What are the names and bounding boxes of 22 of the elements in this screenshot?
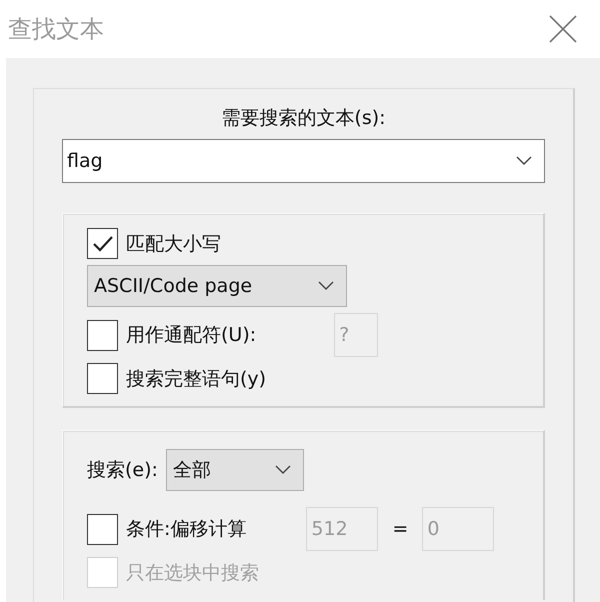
checkbox[interactable] [87,363,118,394]
equals-sign: = [392,518,408,540]
search-combobox[interactable]: flag [62,139,545,183]
checkbox-label: 只在选块中搜索 [126,560,259,586]
close-icon[interactable] [548,14,578,44]
checkbox-label: 匹配大小写 [126,232,221,256]
search-value: flag [67,150,103,172]
checkbox[interactable] [87,228,118,259]
checkbox-label: 搜索完整语句(y) [126,366,266,392]
window-title: 查找文本 [8,14,104,45]
chevron-down-icon [274,465,291,475]
checkbox-label: 条件:偏移计算 [126,517,246,542]
search-text-label: 需要搜索的文本(s): [220,106,387,131]
checkmark-icon [92,234,114,252]
checkbox-label: 用作通配符(U): [126,323,256,348]
scope-dropdown[interactable]: 全部 [166,449,304,491]
checkbox[interactable] [87,514,118,544]
encoding-dropdown[interactable]: ASCII/Code page [87,265,347,307]
checkbox[interactable] [87,320,118,350]
chevron-down-icon [516,156,532,166]
scope-label: 搜索(e): [87,458,158,483]
chevron-down-icon [318,281,334,291]
